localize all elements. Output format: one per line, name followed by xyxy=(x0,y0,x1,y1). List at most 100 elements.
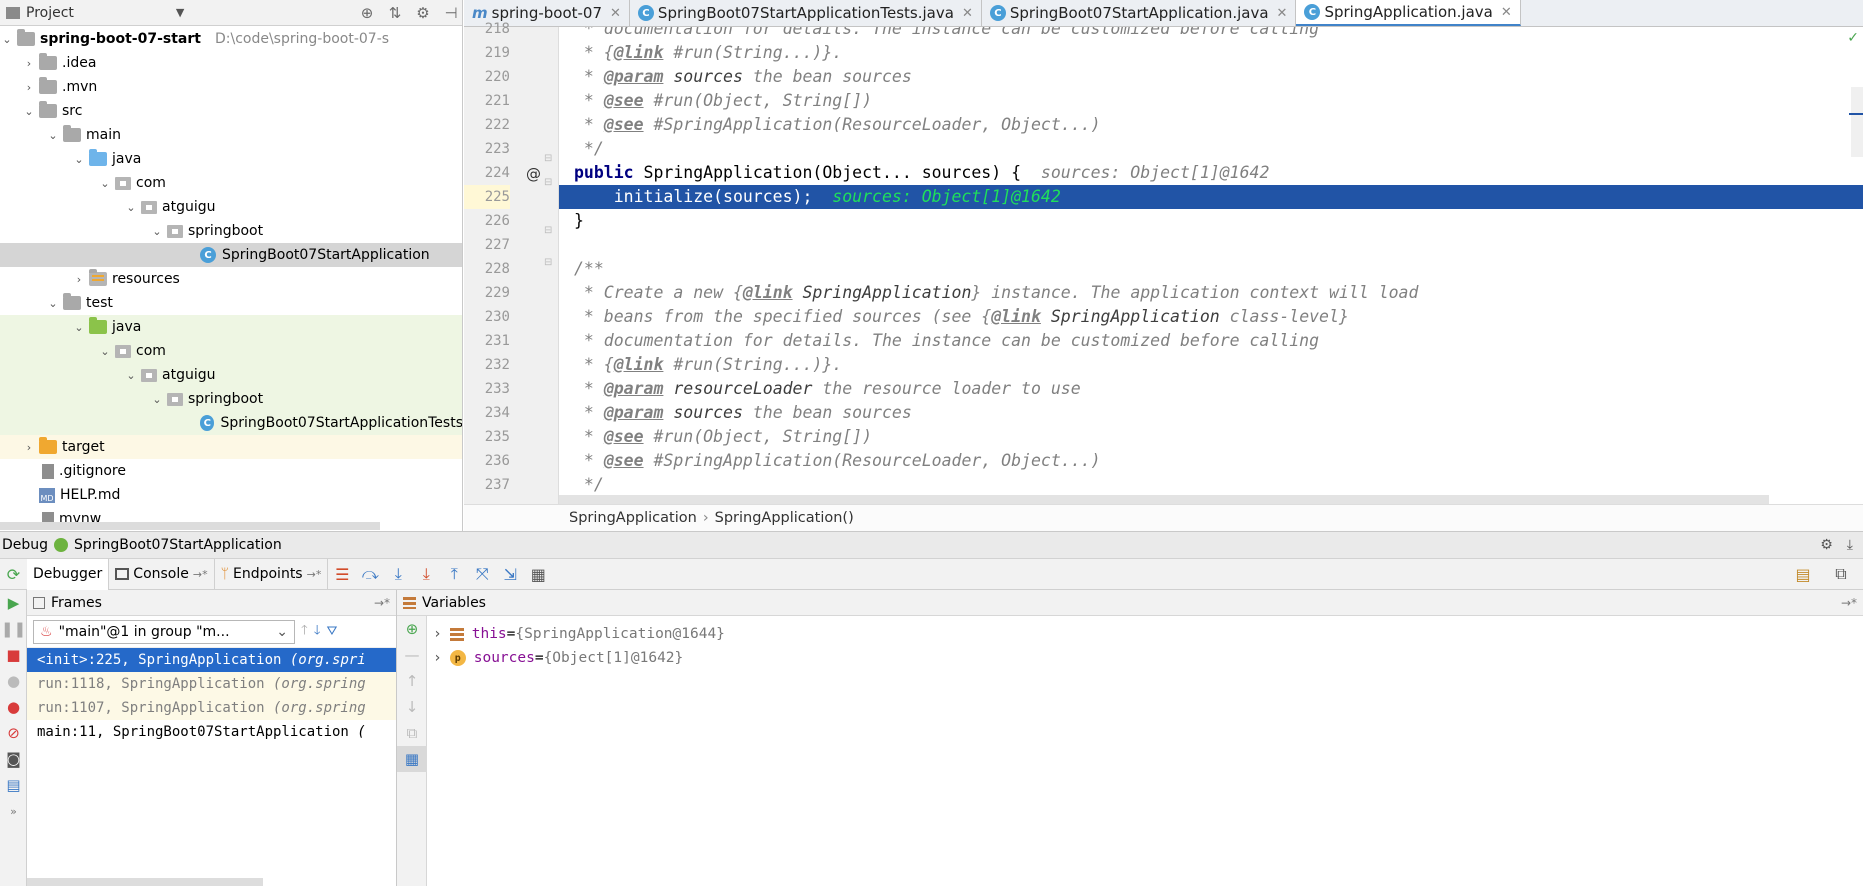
force-step-into-icon[interactable]: ⤓ xyxy=(412,560,440,588)
pin-icon[interactable]: →* xyxy=(1841,596,1857,610)
layout-icon[interactable]: ▤ xyxy=(0,772,27,798)
tree-item-target[interactable]: › target xyxy=(0,435,462,459)
tab-application-java[interactable]: C SpringBoot07StartApplication.java ✕ xyxy=(982,0,1297,26)
run-config-name[interactable]: SpringBoot07StartApplication xyxy=(74,537,282,553)
breakpoints-icon[interactable]: ● xyxy=(0,694,27,720)
close-icon[interactable]: ✕ xyxy=(1501,5,1512,20)
layout-settings-icon[interactable]: ▤ xyxy=(1789,560,1817,588)
tree-item-main[interactable]: ⌄ main xyxy=(0,123,462,147)
tab-console[interactable]: Console →* xyxy=(109,558,215,590)
step-into-icon[interactable]: ⤓ xyxy=(384,560,412,588)
minimize-icon[interactable]: ⤓ xyxy=(1847,537,1853,553)
tree-item-test-java[interactable]: ⌄ java xyxy=(0,315,462,339)
frame-row[interactable]: <init>:225, SpringApplication (org.spri xyxy=(27,648,396,672)
tree-item-main-atguigu[interactable]: ⌄ atguigu xyxy=(0,195,462,219)
stop-icon[interactable]: ■ xyxy=(0,642,27,668)
copy-icon[interactable]: ⧉ xyxy=(397,720,427,746)
tree-item-main-com[interactable]: ⌄ com xyxy=(0,171,462,195)
frame-row[interactable]: main:11, SpringBoot07StartApplication ( xyxy=(27,720,396,744)
tree-item-test[interactable]: ⌄ test xyxy=(0,291,462,315)
arrow-down-icon[interactable]: 🡓 xyxy=(314,621,321,643)
tree-item-test-springboot[interactable]: ⌄ springboot xyxy=(0,387,462,411)
expand-icon[interactable]: » xyxy=(0,798,27,824)
tree-item-test-com[interactable]: ⌄ com xyxy=(0,339,462,363)
resume-icon[interactable]: ▶ xyxy=(0,590,27,616)
chevron-down-icon[interactable]: ⌄ xyxy=(72,153,86,166)
view-breakpoints-icon[interactable]: ● xyxy=(0,668,27,694)
tree-item-idea[interactable]: › .idea xyxy=(0,51,462,75)
mute-breakpoints-icon[interactable]: ⊘ xyxy=(0,720,27,746)
project-view-label[interactable]: Project xyxy=(26,5,74,21)
rerun-icon[interactable]: ⟳ xyxy=(0,560,27,588)
chevron-down-icon[interactable]: ⌄ xyxy=(72,321,86,334)
drop-frame-icon[interactable]: ⤧ xyxy=(468,560,496,588)
arrow-up-icon[interactable]: 🡑 xyxy=(301,621,308,643)
evaluate-expression-icon[interactable]: ▦ xyxy=(524,560,552,588)
camera-icon[interactable]: ◙ xyxy=(0,746,27,772)
chevron-right-icon[interactable]: › xyxy=(433,626,442,642)
close-icon[interactable]: ✕ xyxy=(962,6,973,21)
tab-springapplication-java[interactable]: C SpringApplication.java ✕ xyxy=(1296,0,1521,26)
pause-icon[interactable]: ❚❚ xyxy=(0,616,27,642)
tree-item-src[interactable]: ⌄ src xyxy=(0,99,462,123)
chevron-down-icon[interactable]: ⌄ xyxy=(150,225,164,238)
collapse-icon[interactable]: ⇅ xyxy=(384,4,406,22)
tree-item-test-class[interactable]: C SpringBoot07StartApplicationTests xyxy=(0,411,462,435)
chevron-down-icon[interactable]: ⌄ xyxy=(46,297,60,310)
frame-row[interactable]: run:1118, SpringApplication (org.spring xyxy=(27,672,396,696)
tree-item-test-atguigu[interactable]: ⌄ atguigu xyxy=(0,363,462,387)
chevron-down-icon[interactable]: ⌄ xyxy=(124,201,138,214)
chevron-down-icon[interactable]: ⌄ xyxy=(150,393,164,406)
frames-hscrollbar[interactable] xyxy=(27,878,263,886)
tree-root[interactable]: ⌄ spring-boot-07-start D:\code\spring-bo… xyxy=(0,27,462,51)
move-up-icon[interactable]: ↑ xyxy=(397,668,427,694)
chevron-right-icon[interactable]: › xyxy=(433,650,442,666)
tree-item-resources[interactable]: › resources xyxy=(0,267,462,291)
step-out-icon[interactable]: ⤒ xyxy=(440,560,468,588)
gear-icon[interactable]: ⚙ xyxy=(1820,537,1833,553)
chevron-down-icon[interactable]: ⌄ xyxy=(98,345,112,358)
chevron-right-icon[interactable]: › xyxy=(22,81,36,94)
pin-icon[interactable]: →* xyxy=(374,596,390,610)
frame-row[interactable]: run:1107, SpringApplication (org.spring xyxy=(27,696,396,720)
tree-item-mvn[interactable]: › .mvn xyxy=(0,75,462,99)
filter-icon[interactable]: ⛛ xyxy=(327,624,338,639)
restore-layout-icon[interactable]: ⧉ xyxy=(1827,560,1855,588)
run-to-cursor-icon[interactable]: ⇲ xyxy=(496,560,524,588)
tree-item-main-java[interactable]: ⌄ java xyxy=(0,147,462,171)
tree-item-help[interactable]: MD HELP.md xyxy=(0,483,462,507)
chevron-down-icon[interactable]: ⌄ xyxy=(46,129,60,142)
tree-item-main-class[interactable]: C SpringBoot07StartApplication xyxy=(0,243,462,267)
chevron-right-icon[interactable]: › xyxy=(22,441,36,454)
remove-watch-icon[interactable]: — xyxy=(397,642,427,668)
move-down-icon[interactable]: ↓ xyxy=(397,694,427,720)
close-icon[interactable]: ✕ xyxy=(1277,6,1288,21)
tab-debugger[interactable]: Debugger xyxy=(27,558,110,590)
chevron-down-icon[interactable]: ⌄ xyxy=(22,105,36,118)
tab-endpoints[interactable]: ᛘ Endpoints →* xyxy=(215,558,329,590)
project-view-dropdown-icon[interactable]: ▼ xyxy=(176,6,184,19)
show-execution-point-icon[interactable]: ☰ xyxy=(328,560,356,588)
gear-icon[interactable]: ⚙ xyxy=(412,4,434,22)
tree-item-gitignore[interactable]: .gitignore xyxy=(0,459,462,483)
close-icon[interactable]: ✕ xyxy=(610,6,621,21)
hide-panel-icon[interactable]: ⊣ xyxy=(440,4,462,22)
breadcrumb-item[interactable]: SpringApplication xyxy=(569,510,697,526)
step-over-icon[interactable]: ⤼ xyxy=(356,560,384,588)
breadcrumb-item[interactable]: SpringApplication() xyxy=(715,510,854,526)
new-watch-icon[interactable]: ⊕ xyxy=(397,616,427,642)
show-types-icon[interactable]: ▦ xyxy=(397,746,427,772)
chevron-right-icon[interactable]: › xyxy=(22,57,36,70)
tab-tests-java[interactable]: C SpringBoot07StartApplicationTests.java… xyxy=(630,0,982,26)
variable-row[interactable]: › p sources = {Object[1]@1642} xyxy=(433,646,683,670)
chevron-down-icon[interactable]: ⌄ xyxy=(124,369,138,382)
tree-item-main-springboot[interactable]: ⌄ springboot xyxy=(0,219,462,243)
chevron-right-icon[interactable]: › xyxy=(72,273,86,286)
chevron-down-icon[interactable]: ⌄ xyxy=(0,33,14,46)
project-hscrollbar[interactable] xyxy=(0,522,380,530)
locate-icon[interactable]: ⊕ xyxy=(356,4,378,22)
editor-hscrollbar[interactable] xyxy=(559,495,1769,504)
chevron-down-icon[interactable]: ⌄ xyxy=(98,177,112,190)
code-area[interactable]: * documentation for details. The instanc… xyxy=(464,27,1863,504)
thread-selector[interactable]: ♨ "main"@1 in group "m... ⌄ xyxy=(33,619,295,644)
